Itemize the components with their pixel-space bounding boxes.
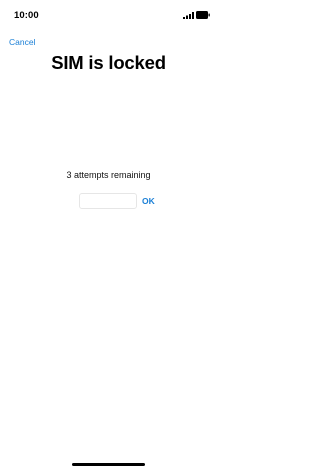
home-indicator[interactable] xyxy=(72,463,145,466)
cellular-signal-icon xyxy=(183,12,194,19)
page-title: SIM is locked xyxy=(51,52,166,73)
cancel-button[interactable]: Cancel xyxy=(9,37,35,47)
ok-button[interactable]: OK xyxy=(142,196,155,206)
sim-pin-input[interactable] xyxy=(79,193,137,209)
status-bar: 10:00 xyxy=(0,0,217,30)
battery-icon xyxy=(196,11,210,19)
status-time: 10:00 xyxy=(14,10,39,21)
attempts-remaining-label: 3 attempts remaining xyxy=(66,170,151,180)
